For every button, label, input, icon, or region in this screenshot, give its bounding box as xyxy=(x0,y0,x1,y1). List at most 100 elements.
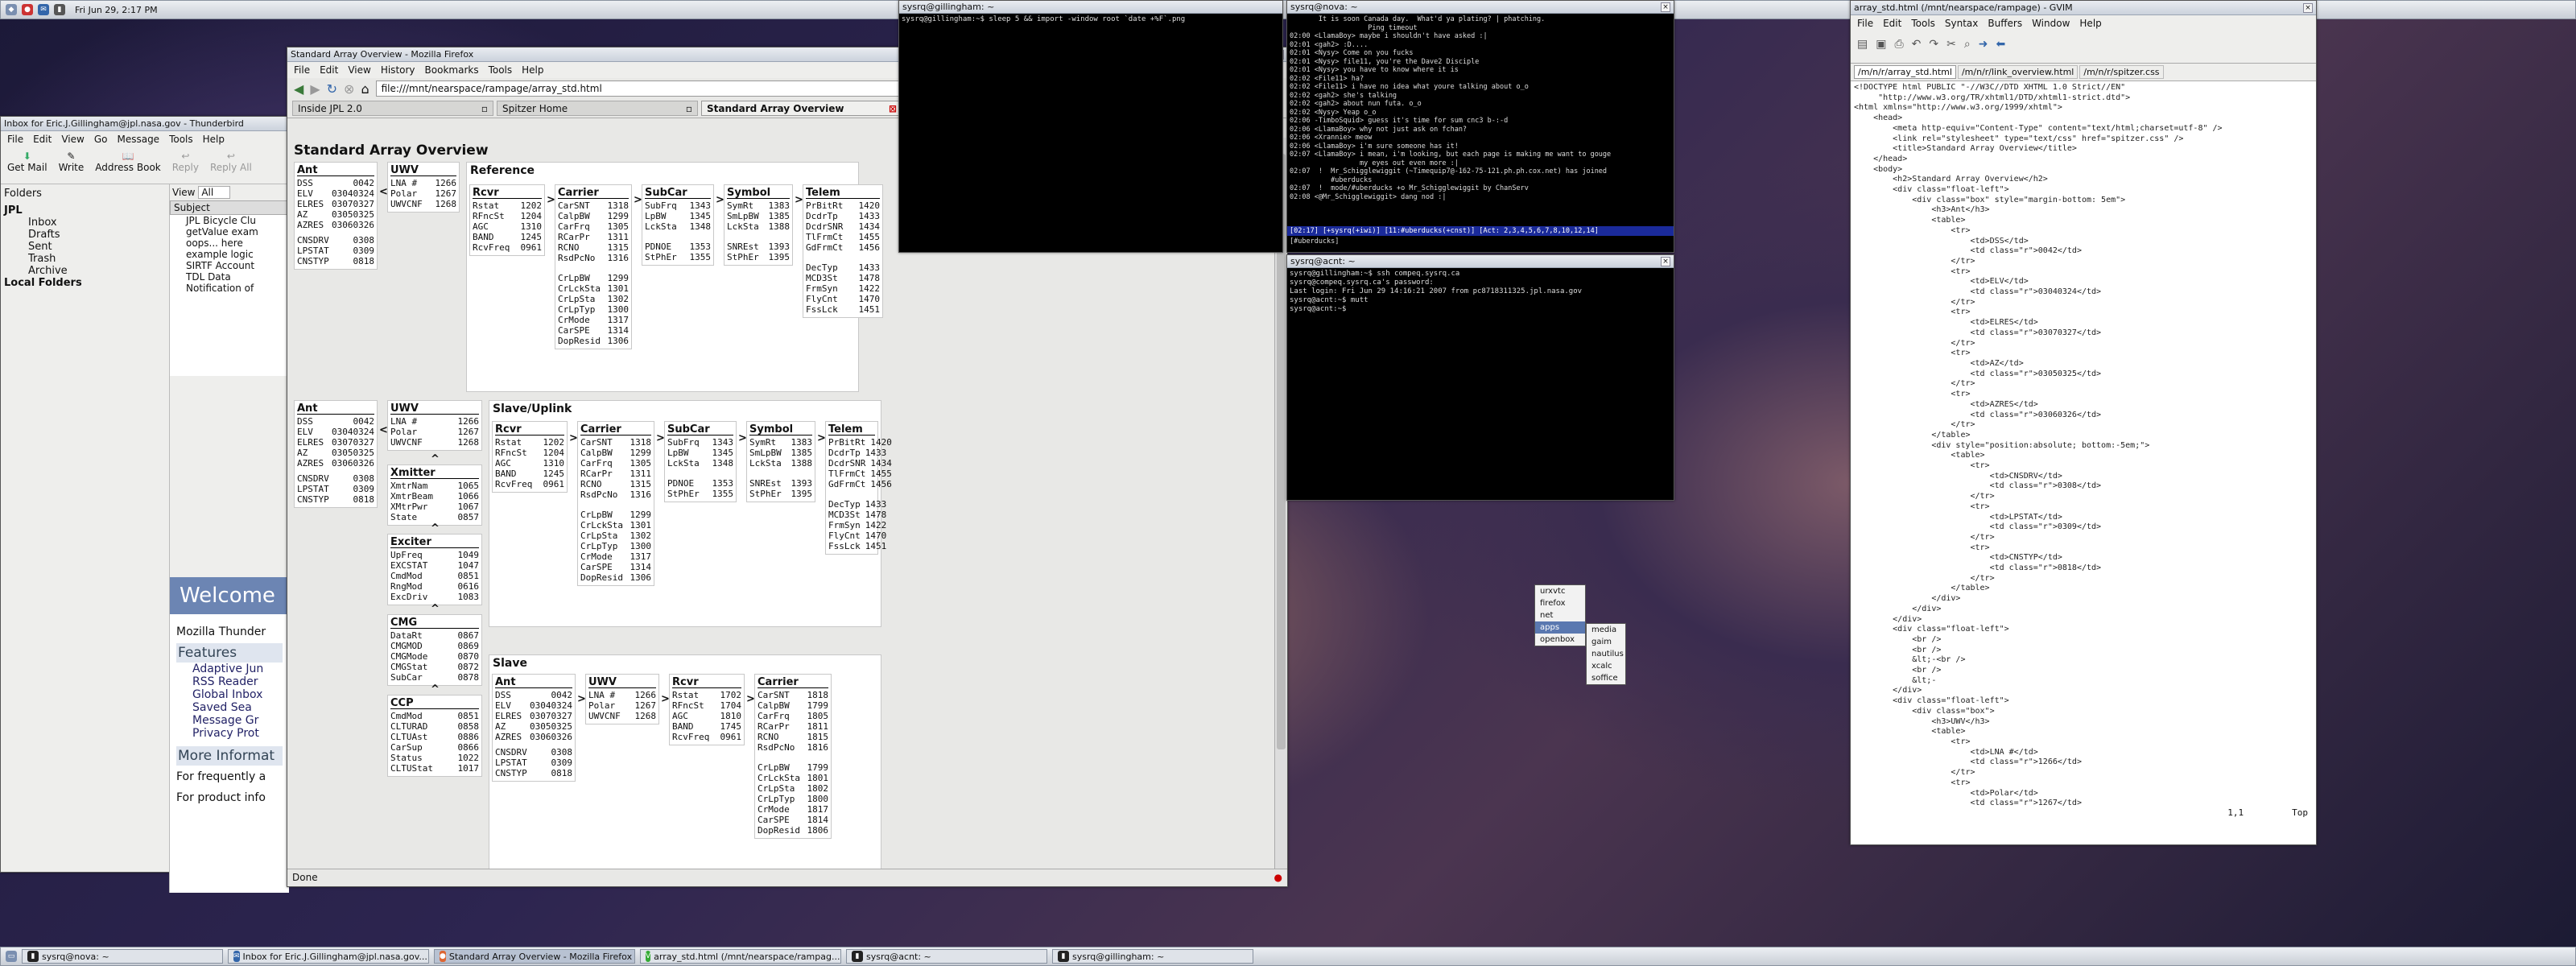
menu-history[interactable]: History xyxy=(381,64,415,76)
menu-help[interactable]: Help xyxy=(2079,18,2101,29)
menu-item-firefox[interactable]: firefox xyxy=(1535,597,1585,609)
menu-file[interactable]: File xyxy=(7,134,23,145)
feature-item[interactable]: Global Inbox xyxy=(176,688,283,701)
folder-drafts[interactable]: Drafts xyxy=(4,229,166,241)
menu-tools[interactable]: Tools xyxy=(169,134,193,145)
tab-inside-jpl[interactable]: Inside JPL 2.0 ▫ xyxy=(292,101,493,116)
feature-item[interactable]: Saved Sea xyxy=(176,701,283,714)
forward-icon[interactable]: ▶ xyxy=(310,81,320,97)
menu-message[interactable]: Message xyxy=(117,134,159,145)
clock[interactable]: Fri Jun 29, 2:17 PM xyxy=(75,5,158,15)
tab-spitzer-css[interactable]: /m/n/r/spitzer.css xyxy=(2079,65,2164,79)
menu-help[interactable]: Help xyxy=(203,134,225,145)
tab-spitzer-home[interactable]: Spitzer Home ▫ xyxy=(497,101,698,116)
folder-jpl[interactable]: JPL xyxy=(4,204,166,217)
menu-view[interactable]: View xyxy=(348,64,370,76)
print-icon[interactable]: ⎙ xyxy=(1894,38,1903,56)
menu-tools[interactable]: Tools xyxy=(1911,18,1935,29)
menu-bookmarks[interactable]: Bookmarks xyxy=(425,64,479,76)
close-icon[interactable]: × xyxy=(1661,256,1670,266)
task-firefox[interactable]: ● Standard Array Overview - Mozilla Firef… xyxy=(434,949,635,964)
write-button[interactable]: ✎ Write xyxy=(59,151,85,180)
tab-standard-array[interactable]: Standard Array Overview ⊠ xyxy=(701,101,902,116)
reload-icon[interactable]: ↻ xyxy=(327,81,337,97)
message-row[interactable]: JPL Bicycle Clu xyxy=(186,215,289,226)
view-select[interactable]: All xyxy=(198,186,231,199)
message-row[interactable]: Notification of xyxy=(186,283,289,294)
find-icon[interactable]: ⌕ xyxy=(1964,38,1971,56)
feature-item[interactable]: RSS Reader xyxy=(176,675,283,688)
menu-view[interactable]: View xyxy=(61,134,84,145)
message-row[interactable]: getValue exam xyxy=(186,226,289,237)
open-icon[interactable]: ▤ xyxy=(1857,38,1868,56)
menu-edit[interactable]: Edit xyxy=(320,64,338,76)
task-sysrq-acnt[interactable]: ▮ sysrq@acnt: ~ xyxy=(846,949,1047,964)
task-gvim[interactable]: Varray_std.html (/mnt/nearspace/rampag..… xyxy=(640,949,841,964)
close-icon[interactable]: ▫ xyxy=(481,103,488,114)
close-icon[interactable]: × xyxy=(2303,2,2313,13)
folder-trash[interactable]: Trash xyxy=(4,253,166,265)
folder-local[interactable]: Local Folders xyxy=(4,277,166,289)
menu-item-net[interactable]: net xyxy=(1535,609,1585,621)
menu-edit[interactable]: Edit xyxy=(33,134,52,145)
menu-item-soffice[interactable]: soffice xyxy=(1587,672,1625,684)
terminal-output[interactable]: sysrq@gillingham:~$ sleep 5 && import -w… xyxy=(899,14,1282,252)
close-icon[interactable]: × xyxy=(1661,2,1670,12)
vim-editor[interactable]: <!DOCTYPE html PUBLIC "-//W3C//DTD XHTML… xyxy=(1851,81,2316,806)
folder-inbox[interactable]: Inbox xyxy=(4,217,166,229)
menu-tools[interactable]: Tools xyxy=(489,64,513,76)
stop-icon[interactable]: ⊗ xyxy=(344,81,354,97)
redo-icon[interactable]: ↷ xyxy=(1929,38,1938,56)
save-icon[interactable]: ▣ xyxy=(1876,38,1886,56)
feature-item[interactable]: Privacy Prot xyxy=(176,727,283,740)
back-icon[interactable]: ◀ xyxy=(294,81,303,97)
message-row[interactable]: example logic xyxy=(186,249,289,260)
apps-icon[interactable]: ◆ xyxy=(6,4,17,15)
close-icon[interactable]: ⊠ xyxy=(889,103,897,114)
get-mail-button[interactable]: ⬇ Get Mail xyxy=(7,151,47,180)
forward-icon[interactable]: ➜ xyxy=(1979,38,1988,56)
feature-item[interactable]: Adaptive Jun xyxy=(176,663,283,675)
cut-icon[interactable]: ✂ xyxy=(1946,38,1956,56)
reply-all-button[interactable]: ↩ Reply All xyxy=(210,151,252,180)
folder-sent[interactable]: Sent xyxy=(4,241,166,253)
menu-item-urxvtc[interactable]: urxvtc xyxy=(1535,585,1585,597)
ssh-output[interactable]: sysrq@gillingham:~$ ssh compeq.sysrq.ca s… xyxy=(1287,268,1674,500)
subject-header[interactable]: Subject xyxy=(170,200,289,215)
task-sysrq-gillingham[interactable]: ▮ sysrq@gillingham: ~ xyxy=(1052,949,1253,964)
home-icon[interactable]: ⌂ xyxy=(361,81,369,97)
menu-buffers[interactable]: Buffers xyxy=(1988,18,2022,29)
menu-go[interactable]: Go xyxy=(94,134,108,145)
menu-file[interactable]: File xyxy=(1857,18,1873,29)
terminal-icon[interactable]: ▮ xyxy=(54,4,65,15)
menu-item-xcalc[interactable]: xcalc xyxy=(1587,660,1625,672)
folder-archive[interactable]: Archive xyxy=(4,265,166,277)
menu-item-openbox[interactable]: openbox xyxy=(1535,634,1585,646)
undo-icon[interactable]: ↶ xyxy=(1912,38,1922,56)
message-row[interactable]: oops... here xyxy=(186,237,289,249)
menu-item-apps[interactable]: apps xyxy=(1535,621,1585,634)
show-desktop-icon[interactable]: ▭ xyxy=(6,951,17,962)
message-row[interactable]: SIRTF Account xyxy=(186,260,289,271)
menu-window[interactable]: Window xyxy=(2032,18,2070,29)
address-book-button[interactable]: 📖 Address Book xyxy=(95,151,160,180)
menu-syntax[interactable]: Syntax xyxy=(1945,18,1978,29)
menu-help[interactable]: Help xyxy=(522,64,543,76)
feature-item[interactable]: Message Gr xyxy=(176,714,283,727)
task-sysrq-nova[interactable]: ▮ sysrq@nova: ~ xyxy=(22,949,223,964)
reply-button[interactable]: ↩ Reply xyxy=(172,151,199,180)
irc-input[interactable]: [#uberducks] xyxy=(1287,236,1674,248)
task-thunderbird[interactable]: ✉ Inbox for Eric.J.Gillingham@jpl.nasa.go… xyxy=(228,949,429,964)
back-icon[interactable]: ⬅ xyxy=(1996,38,2005,56)
browser-icon[interactable]: ● xyxy=(22,4,33,15)
menu-item-media[interactable]: media xyxy=(1587,624,1625,636)
menu-file[interactable]: File xyxy=(294,64,310,76)
tab-link-overview[interactable]: /m/n/r/link_overview.html xyxy=(1957,65,2079,79)
message-row[interactable]: TDL Data xyxy=(186,271,289,283)
close-icon[interactable]: ▫ xyxy=(686,103,692,114)
menu-item-gaim[interactable]: gaim xyxy=(1587,636,1625,648)
menu-item-nautilus[interactable]: nautilus xyxy=(1587,648,1625,660)
mail-icon[interactable]: ✉ xyxy=(38,4,49,15)
menu-edit[interactable]: Edit xyxy=(1883,18,1901,29)
tab-array-std[interactable]: /m/n/r/array_std.html xyxy=(1854,65,1956,79)
